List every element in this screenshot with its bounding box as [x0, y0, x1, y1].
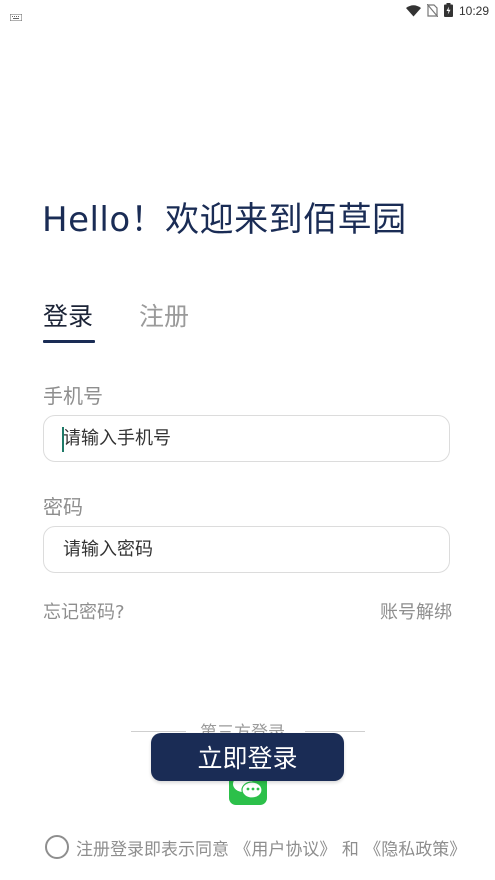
agreement-prefix: 注册登录即表示同意 — [76, 839, 229, 860]
tab-register[interactable]: 注册 — [139, 297, 189, 333]
phone-input[interactable] — [63, 416, 433, 461]
password-label: 密码 — [43, 495, 83, 519]
unbind-account-link[interactable]: 账号解绑 — [380, 598, 452, 624]
user-agreement-link[interactable]: 《用户协议》 — [234, 840, 336, 860]
agreement-row: 注册登录即表示同意 《用户协议》 和 《隐私政策》 — [45, 834, 466, 860]
status-bar: 10:29 — [0, 0, 495, 22]
divider-right — [305, 731, 365, 732]
password-input[interactable] — [63, 527, 433, 572]
no-sim-icon — [426, 2, 439, 21]
password-field-container — [43, 526, 450, 573]
tab-login[interactable]: 登录 — [43, 297, 93, 333]
text-caret — [62, 427, 64, 452]
forgot-password-link[interactable]: 忘记密码? — [43, 598, 125, 624]
agreement-connector: 和 — [341, 839, 359, 860]
agreement-text: 注册登录即表示同意 《用户协议》 和 《隐私政策》 — [76, 835, 466, 860]
login-button[interactable]: 立即登录 — [151, 733, 344, 781]
divider-left — [131, 731, 186, 732]
active-tab-indicator — [43, 340, 95, 343]
phone-field-container — [43, 415, 450, 462]
keyboard-icon — [9, 6, 23, 22]
page-title: Hello！欢迎来到佰草园 — [42, 200, 407, 240]
status-time: 10:29 — [458, 4, 489, 18]
battery-charging-icon — [443, 2, 453, 21]
agree-checkbox[interactable] — [45, 835, 69, 859]
privacy-policy-link[interactable]: 《隐私政策》 — [364, 840, 466, 860]
phone-label: 手机号 — [43, 384, 103, 408]
wifi-icon — [405, 2, 421, 21]
